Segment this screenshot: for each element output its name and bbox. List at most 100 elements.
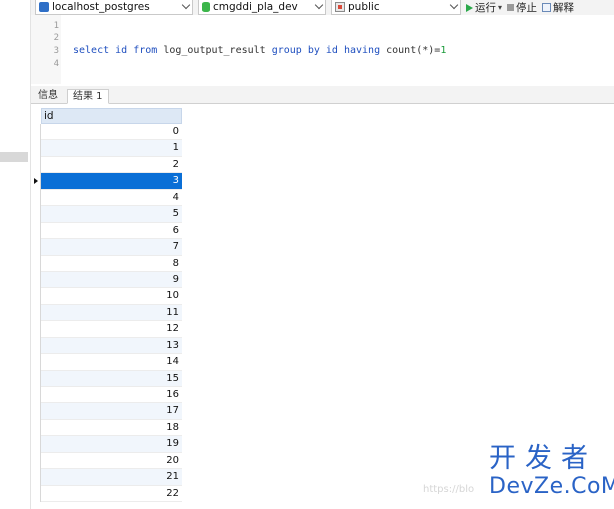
- table-cell-id[interactable]: 19: [41, 436, 182, 453]
- schema-select[interactable]: public: [331, 0, 461, 15]
- row-indicator[interactable]: [31, 419, 41, 437]
- grid-rows: 0 1 2 3 4 5 6 7 8 9 10 11 12 13 14 15 16 17 18 19 20 21 22: [31, 124, 183, 503]
- table-cell-id[interactable]: 5: [41, 206, 182, 223]
- row-indicator[interactable]: [31, 222, 41, 240]
- row-indicator[interactable]: [31, 354, 41, 371]
- row-indicator[interactable]: [31, 255, 41, 272]
- table-row[interactable]: 3: [31, 173, 183, 190]
- schema-select-value: public: [348, 1, 380, 13]
- table-cell-id[interactable]: 4: [41, 190, 182, 207]
- row-indicator[interactable]: [31, 156, 41, 174]
- table-cell-id[interactable]: 14: [41, 354, 182, 371]
- table-row[interactable]: 16: [31, 387, 183, 404]
- table-cell-id[interactable]: 0: [41, 124, 182, 141]
- row-indicator[interactable]: [31, 239, 41, 256]
- row-indicator[interactable]: [31, 304, 41, 322]
- table-row[interactable]: 22: [31, 485, 183, 503]
- row-indicator[interactable]: [31, 469, 41, 486]
- chevron-down-icon: [314, 0, 324, 10]
- table-row[interactable]: 17: [31, 403, 183, 420]
- table-row[interactable]: 8: [31, 255, 183, 272]
- stop-button[interactable]: 停止: [507, 0, 537, 15]
- table-cell-id[interactable]: 22: [41, 486, 182, 503]
- row-indicator[interactable]: [31, 206, 41, 223]
- table-cell-id[interactable]: 12: [41, 321, 182, 338]
- stop-button-label: 停止: [516, 2, 538, 14]
- table-cell-id[interactable]: 6: [41, 223, 182, 240]
- line-number: 2: [53, 33, 59, 43]
- table-cell-id[interactable]: 7: [41, 239, 182, 256]
- watermark-url: https://blo: [423, 484, 475, 495]
- table-row[interactable]: 4: [31, 189, 183, 207]
- table-cell-id[interactable]: 17: [41, 403, 182, 420]
- row-indicator[interactable]: [31, 124, 41, 141]
- table-row[interactable]: 18: [31, 419, 183, 437]
- sql-token: group by: [271, 45, 320, 56]
- column-header-id[interactable]: id: [41, 108, 182, 124]
- row-indicator[interactable]: [31, 271, 41, 289]
- explain-button[interactable]: 解释: [542, 0, 574, 15]
- table-row[interactable]: 10: [31, 288, 183, 305]
- row-indicator[interactable]: [31, 173, 41, 190]
- run-button[interactable]: 运行 ▾: [466, 0, 502, 15]
- table-row[interactable]: 19: [31, 436, 183, 453]
- table-row[interactable]: 9: [31, 271, 183, 289]
- table-row[interactable]: 2: [31, 156, 183, 174]
- sql-token: id: [319, 45, 344, 56]
- row-indicator[interactable]: [31, 403, 41, 420]
- row-indicator[interactable]: [31, 288, 41, 305]
- result-grid: id 0 1 2 3 4 5 6 7 8 9 10 11 12 13 14 15 16 17 18 19 20 21 22: [31, 108, 183, 503]
- table-row[interactable]: 15: [31, 370, 183, 387]
- tab-result-1[interactable]: 结果 1: [67, 89, 109, 104]
- table-cell-id[interactable]: 20: [41, 453, 182, 470]
- table-row[interactable]: 21: [31, 469, 183, 486]
- table-cell-id[interactable]: 18: [41, 420, 182, 437]
- table-cell-id[interactable]: 2: [41, 157, 182, 174]
- table-cell-id[interactable]: 8: [41, 256, 182, 272]
- row-indicator[interactable]: [31, 189, 41, 207]
- table-row[interactable]: 14: [31, 354, 183, 371]
- table-cell-id[interactable]: 13: [41, 337, 182, 355]
- sql-editor[interactable]: 1 2 3 4 select id from log_output_result…: [31, 15, 614, 84]
- explain-button-label: 解释: [553, 2, 575, 14]
- row-indicator[interactable]: [31, 140, 41, 157]
- line-number-gutter: 1 2 3 4: [31, 15, 61, 84]
- row-indicator[interactable]: [31, 452, 41, 470]
- sql-code-line[interactable]: select id from log_output_result group b…: [73, 45, 446, 57]
- row-indicator[interactable]: [31, 321, 41, 338]
- table-row[interactable]: 7: [31, 239, 183, 256]
- table-cell-id[interactable]: 15: [41, 370, 182, 387]
- table-cell-id[interactable]: 9: [41, 271, 182, 289]
- database-select[interactable]: cmgddi_pla_dev: [198, 0, 326, 15]
- table-row[interactable]: 1: [31, 140, 183, 157]
- table-row[interactable]: 5: [31, 206, 183, 223]
- line-number: 3: [53, 46, 59, 56]
- row-indicator[interactable]: [31, 485, 41, 503]
- table-row[interactable]: 11: [31, 304, 183, 322]
- connection-select[interactable]: localhost_postgres: [35, 0, 193, 15]
- chevron-down-icon: [181, 0, 191, 10]
- table-cell-id[interactable]: 16: [41, 387, 182, 404]
- table-cell-id[interactable]: 10: [41, 288, 182, 305]
- sql-token: 1: [440, 45, 447, 56]
- table-cell-id[interactable]: 21: [41, 469, 182, 486]
- row-indicator[interactable]: [31, 436, 41, 453]
- sql-token: select id: [73, 45, 134, 56]
- row-indicator[interactable]: [31, 337, 41, 355]
- table-cell-id[interactable]: 11: [41, 304, 182, 322]
- table-row[interactable]: 6: [31, 222, 183, 240]
- left-panel-tab[interactable]: [0, 152, 28, 162]
- tab-info[interactable]: 信息: [33, 89, 63, 104]
- watermark-logo-cn: 开发者: [489, 443, 597, 474]
- row-indicator[interactable]: [31, 387, 41, 404]
- table-row[interactable]: 0: [31, 124, 183, 141]
- table-row[interactable]: 12: [31, 321, 183, 338]
- table-row[interactable]: 20: [31, 452, 183, 470]
- table-cell-id[interactable]: 1: [41, 140, 182, 157]
- table-cell-id[interactable]: 3: [41, 173, 182, 190]
- connection-select-value: localhost_postgres: [52, 1, 150, 13]
- database-select-value: cmgddi_pla_dev: [213, 1, 298, 13]
- row-indicator[interactable]: [31, 370, 41, 387]
- sql-token: from: [133, 45, 158, 56]
- table-row[interactable]: 13: [31, 337, 183, 355]
